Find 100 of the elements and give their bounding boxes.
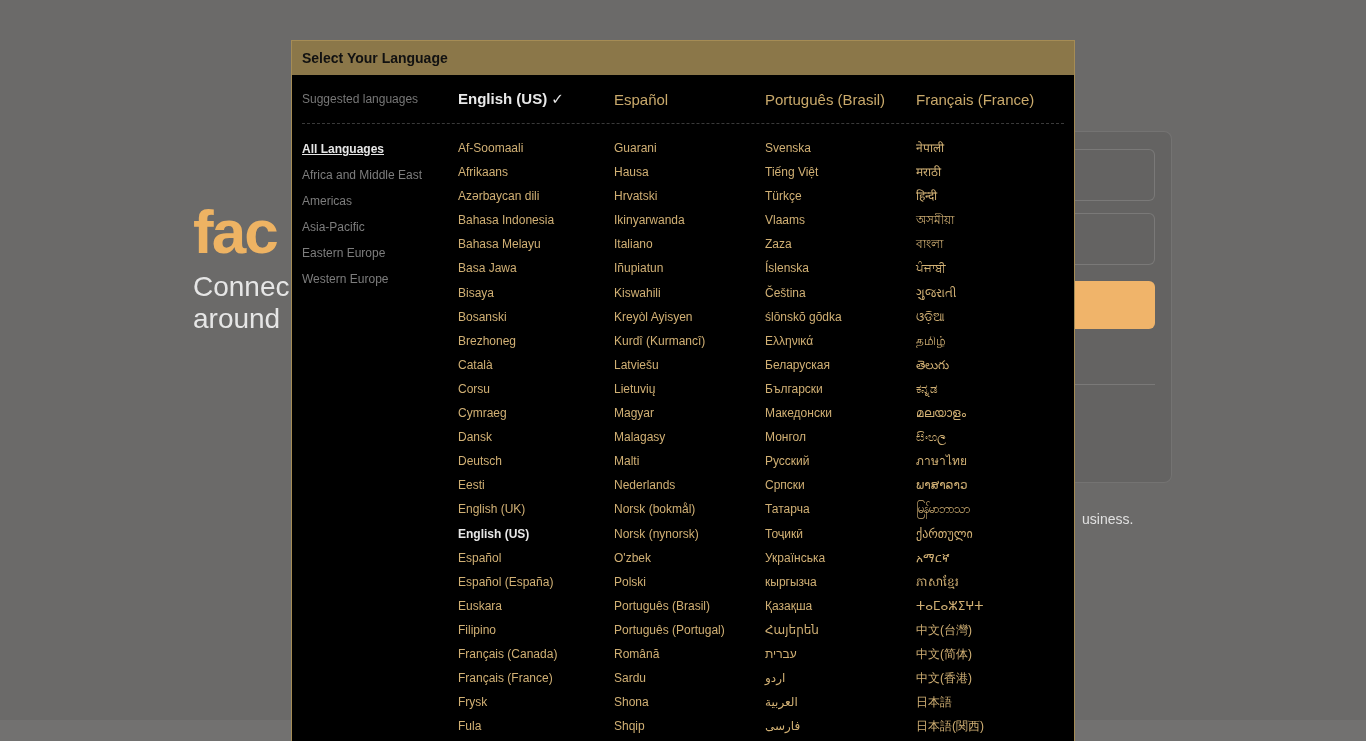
language-link[interactable]: తెలుగు: [916, 352, 949, 377]
language-link[interactable]: اردو: [765, 666, 786, 691]
language-link[interactable]: ગુજરાતી: [916, 280, 956, 305]
language-link[interactable]: 中文(香港): [916, 666, 972, 691]
language-link[interactable]: Հայերեն: [765, 617, 819, 642]
language-link[interactable]: Bisaya: [458, 280, 495, 305]
language-link[interactable]: Português (Brasil): [614, 593, 711, 618]
language-link[interactable]: 日本語(関西): [916, 714, 984, 739]
language-link[interactable]: Polski: [614, 569, 646, 594]
language-link[interactable]: नेपाली: [916, 136, 944, 161]
language-link[interactable]: Iñupiatun: [614, 256, 664, 281]
language-link[interactable]: Français (France): [458, 666, 553, 691]
language-link[interactable]: ਪੰਜਾਬੀ: [916, 256, 946, 281]
language-link[interactable]: 中文(简体): [916, 641, 972, 667]
language-link[interactable]: Türkçe: [765, 184, 802, 209]
language-link[interactable]: Frysk: [458, 690, 488, 715]
language-link[interactable]: हिन्दी: [916, 184, 937, 209]
language-link[interactable]: Deutsch: [458, 449, 503, 474]
language-link[interactable]: Kiswahili: [614, 280, 661, 305]
language-link[interactable]: Nederlands: [614, 473, 676, 498]
language-link[interactable]: አማርኛ: [916, 545, 950, 570]
language-link[interactable]: မြန်မာဘာသာ: [916, 497, 970, 522]
language-link[interactable]: Malti: [614, 449, 640, 474]
language-link[interactable]: Sardu: [614, 666, 647, 691]
language-link[interactable]: Lietuvių: [614, 376, 656, 402]
language-link[interactable]: Српски: [765, 473, 805, 498]
language-link[interactable]: Basa Jawa: [458, 256, 517, 281]
language-link[interactable]: Bosanski: [458, 304, 507, 329]
language-link[interactable]: Ikinyarwanda: [614, 208, 685, 233]
language-link[interactable]: English (US): [458, 521, 530, 546]
language-link[interactable]: Dansk: [458, 425, 492, 450]
suggested-language-link[interactable]: Français (France): [916, 90, 1035, 108]
language-link[interactable]: Català: [458, 352, 493, 377]
language-link[interactable]: සිංහල: [916, 425, 946, 450]
language-link[interactable]: Беларуская: [765, 352, 830, 377]
language-link[interactable]: Hrvatski: [614, 184, 658, 209]
language-link[interactable]: 中文(台灣): [916, 617, 972, 642]
language-link[interactable]: العربية: [765, 690, 798, 715]
language-link[interactable]: Íslenska: [765, 256, 810, 281]
language-link[interactable]: Tiếng Việt: [765, 160, 819, 185]
language-link[interactable]: मराठी: [916, 160, 941, 185]
language-link[interactable]: Татарча: [765, 497, 810, 522]
language-link[interactable]: Ελληνικά: [765, 328, 814, 353]
language-link[interactable]: Македонски: [765, 401, 832, 426]
language-link[interactable]: Български: [765, 376, 823, 402]
language-link[interactable]: Shona: [614, 690, 649, 715]
language-link[interactable]: ქართული: [916, 521, 973, 546]
language-link[interactable]: Fula: [458, 714, 482, 739]
language-link[interactable]: Русский: [765, 449, 810, 474]
language-link[interactable]: മലയാളം: [916, 401, 966, 426]
language-link[interactable]: Latviešu: [614, 352, 659, 377]
language-link[interactable]: Vlaams: [765, 208, 805, 233]
language-link[interactable]: Guarani: [614, 136, 657, 161]
language-link[interactable]: Español (España): [458, 569, 554, 594]
language-link[interactable]: Svenska: [765, 136, 812, 161]
language-link[interactable]: Português (Portugal): [614, 617, 725, 642]
language-link[interactable]: Bahasa Melayu: [458, 232, 541, 257]
language-link[interactable]: Čeština: [765, 280, 806, 305]
language-link[interactable]: Azərbaycan dili: [458, 184, 540, 209]
language-link[interactable]: ພາສາລາວ: [916, 473, 968, 498]
language-link[interactable]: Norsk (nynorsk): [614, 521, 699, 546]
language-link[interactable]: Kreyòl Ayisyen: [614, 304, 693, 329]
language-link[interactable]: Bahasa Indonesia: [458, 208, 555, 233]
language-link[interactable]: ಕನ್ನಡ: [916, 376, 938, 402]
region-link[interactable]: All Languages: [302, 136, 384, 162]
language-link[interactable]: Af-Soomaali: [458, 136, 524, 161]
suggested-language-link[interactable]: English (US) ✓: [458, 90, 564, 108]
language-link[interactable]: English (UK): [458, 497, 526, 522]
language-link[interactable]: Монгол: [765, 425, 806, 450]
language-link[interactable]: עברית: [765, 641, 797, 667]
language-link[interactable]: Eesti: [458, 473, 485, 498]
region-link[interactable]: Africa and Middle East: [302, 162, 423, 188]
language-link[interactable]: ภาษาไทย: [916, 449, 967, 474]
language-link[interactable]: Corsu: [458, 376, 490, 402]
region-link[interactable]: Western Europe: [302, 266, 389, 292]
language-link[interactable]: Español: [458, 545, 502, 570]
language-link[interactable]: Shqip: [614, 714, 645, 739]
region-link[interactable]: Americas: [302, 188, 352, 214]
language-link[interactable]: Italiano: [614, 232, 653, 257]
language-link[interactable]: தமிழ்: [916, 328, 946, 353]
language-link[interactable]: বাংলা: [916, 232, 943, 257]
language-link[interactable]: ភាសាខ្មែរ: [916, 569, 959, 594]
language-link[interactable]: فارسی: [765, 714, 801, 739]
language-link[interactable]: Filipino: [458, 617, 496, 642]
language-link[interactable]: Magyar: [614, 401, 654, 426]
language-link[interactable]: ଓଡ଼ିଆ: [916, 304, 945, 329]
language-link[interactable]: Malagasy: [614, 425, 666, 450]
language-link[interactable]: Українська: [765, 545, 826, 570]
language-link[interactable]: Afrikaans: [458, 160, 509, 185]
language-link[interactable]: Norsk (bokmål): [614, 497, 696, 522]
language-link[interactable]: অসমীয়া: [916, 208, 954, 233]
region-link[interactable]: Eastern Europe: [302, 240, 386, 266]
language-link[interactable]: Қазақша: [765, 593, 813, 618]
language-link[interactable]: Тоҷикӣ: [765, 521, 803, 546]
language-link[interactable]: Cymraeg: [458, 401, 507, 426]
language-link[interactable]: ślōnskŏ gŏdka: [765, 304, 842, 329]
suggested-language-link[interactable]: Português (Brasil): [765, 90, 886, 108]
language-link[interactable]: ⵜⴰⵎⴰⵣⵉⵖⵜ: [916, 593, 984, 618]
language-link[interactable]: Hausa: [614, 160, 649, 185]
language-link[interactable]: Română: [614, 641, 660, 667]
